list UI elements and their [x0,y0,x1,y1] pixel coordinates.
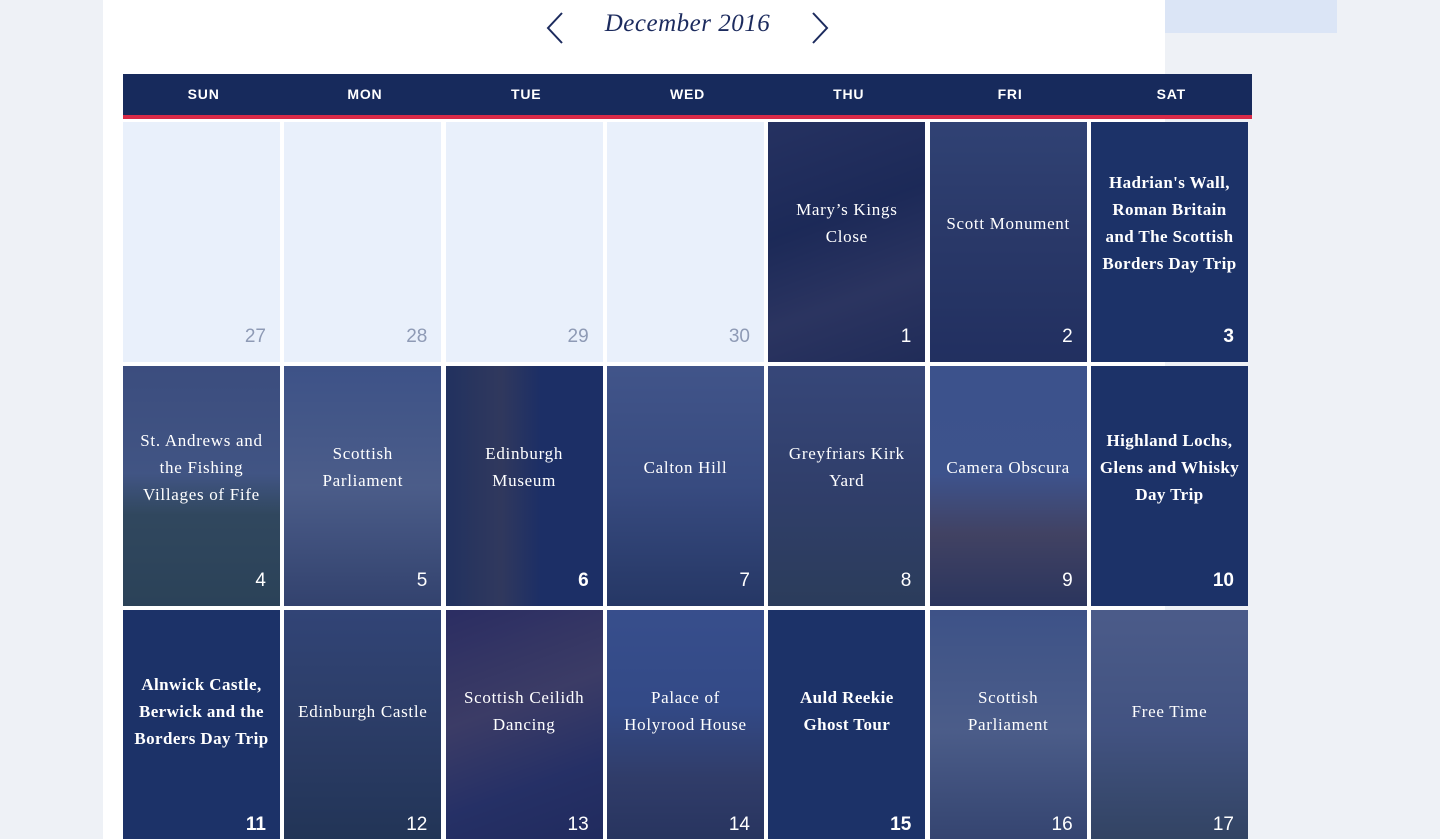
day-number: 28 [406,326,428,347]
event-title: Highland Lochs, Glens and Whisky Day Tri… [1099,430,1240,504]
calendar-day-empty: 27 [123,122,280,362]
event-title: Hadrian's Wall, Roman Britain and The Sc… [1102,173,1237,273]
day-number: 4 [255,570,266,591]
event-title: Scottish Ceilidh Dancing [464,688,585,734]
month-title: December 2016 [604,10,771,37]
month-navigation: December 2016 [540,8,840,48]
calendar-day-empty: 29 [445,122,603,362]
chevron-left-icon[interactable] [540,10,570,46]
calendar-day-event[interactable]: Camera Obscura 9 [929,366,1087,606]
weekday-label: FRI [997,86,1023,102]
weekday-label: SUN [187,86,220,102]
event-title: Scottish Parliament [322,444,404,490]
calendar-day-event[interactable]: Mary’s Kings Close 1 [768,122,926,362]
event-title: Auld Reekie Ghost Tour [799,688,894,734]
day-number: 7 [739,570,750,591]
calendar-day-event[interactable]: Hadrian's Wall, Roman Britain and The Sc… [1090,122,1248,362]
day-number: 15 [890,814,912,835]
calendar-day-empty: 30 [606,122,764,362]
weekday-label: SAT [1156,86,1187,102]
day-number: 14 [728,814,750,835]
day-number: 27 [244,326,266,347]
calendar-day-event[interactable]: Scottish Parliament 5 [284,366,442,606]
weekday-label: TUE [511,86,542,102]
calendar-day-event[interactable]: Palace of Holyrood House 14 [606,610,764,839]
day-number: 17 [1212,814,1234,835]
weekday-label: THU [833,86,865,102]
calendar-day-event[interactable]: Edinburgh Museum 6 [445,366,603,606]
calendar-day-empty: 28 [284,122,442,362]
chevron-right-icon[interactable] [805,10,835,46]
day-number: 1 [900,326,912,347]
calendar-day-event[interactable]: Edinburgh Castle 12 [284,610,442,839]
weekday-label: WED [669,86,706,102]
event-title: Calton Hill [643,457,728,477]
day-number: 9 [1062,570,1073,591]
weekday-label: MON [347,86,383,102]
day-number: 16 [1051,814,1073,835]
day-number: 29 [567,326,589,347]
day-number: 6 [578,570,589,591]
event-title: Greyfriars Kirk Yard [788,444,905,490]
event-title: Scottish Parliament [967,688,1049,734]
event-title: Edinburgh Castle [298,701,428,721]
sidebar-box [1165,0,1337,33]
day-number: 3 [1223,326,1234,347]
calendar-day-event[interactable]: Auld Reekie Ghost Tour 15 [768,610,926,839]
event-title: Palace of Holyrood House [624,688,747,734]
day-number: 13 [567,814,589,835]
calendar-grid: 27 28 29 30 Mary’s Kings Close 1 Scott Monumen… [123,122,1252,839]
event-title: Alnwick Castle, Berwick and the Borders … [134,674,269,748]
event-title: Free Time [1131,701,1208,721]
weekday-header: SUN MON TUE WED THU FRI SAT [123,74,1252,115]
day-number: 12 [406,814,428,835]
day-number: 10 [1212,570,1234,591]
calendar-day-event[interactable]: Greyfriars Kirk Yard 8 [768,366,926,606]
event-title: Edinburgh Museum [485,444,564,490]
day-number: 11 [245,814,266,835]
calendar-day-event[interactable]: St. Andrews and the Fishing Villages of … [123,366,280,606]
event-title: Camera Obscura [946,457,1070,477]
calendar-day-event[interactable]: Scott Monument 2 [929,122,1087,362]
event-title: St. Andrews and the Fishing Villages of … [140,430,263,504]
event-title: Mary’s Kings Close [796,200,898,246]
day-number: 30 [728,326,750,347]
header-accent-line [123,115,1252,119]
calendar-day-event[interactable]: Highland Lochs, Glens and Whisky Day Tri… [1090,366,1248,606]
day-number: 5 [416,570,428,591]
calendar-day-event[interactable]: Alnwick Castle, Berwick and the Borders … [123,610,280,839]
calendar-day-event[interactable]: Scottish Ceilidh Dancing 13 [445,610,603,839]
day-number: 8 [900,570,912,591]
calendar-day-event[interactable]: Scottish Parliament 16 [929,610,1087,839]
calendar-day-event[interactable]: Free Time 17 [1090,610,1248,839]
day-number: 2 [1062,326,1073,347]
calendar-day-event[interactable]: Calton Hill 7 [606,366,764,606]
event-title: Scott Monument [946,213,1070,233]
